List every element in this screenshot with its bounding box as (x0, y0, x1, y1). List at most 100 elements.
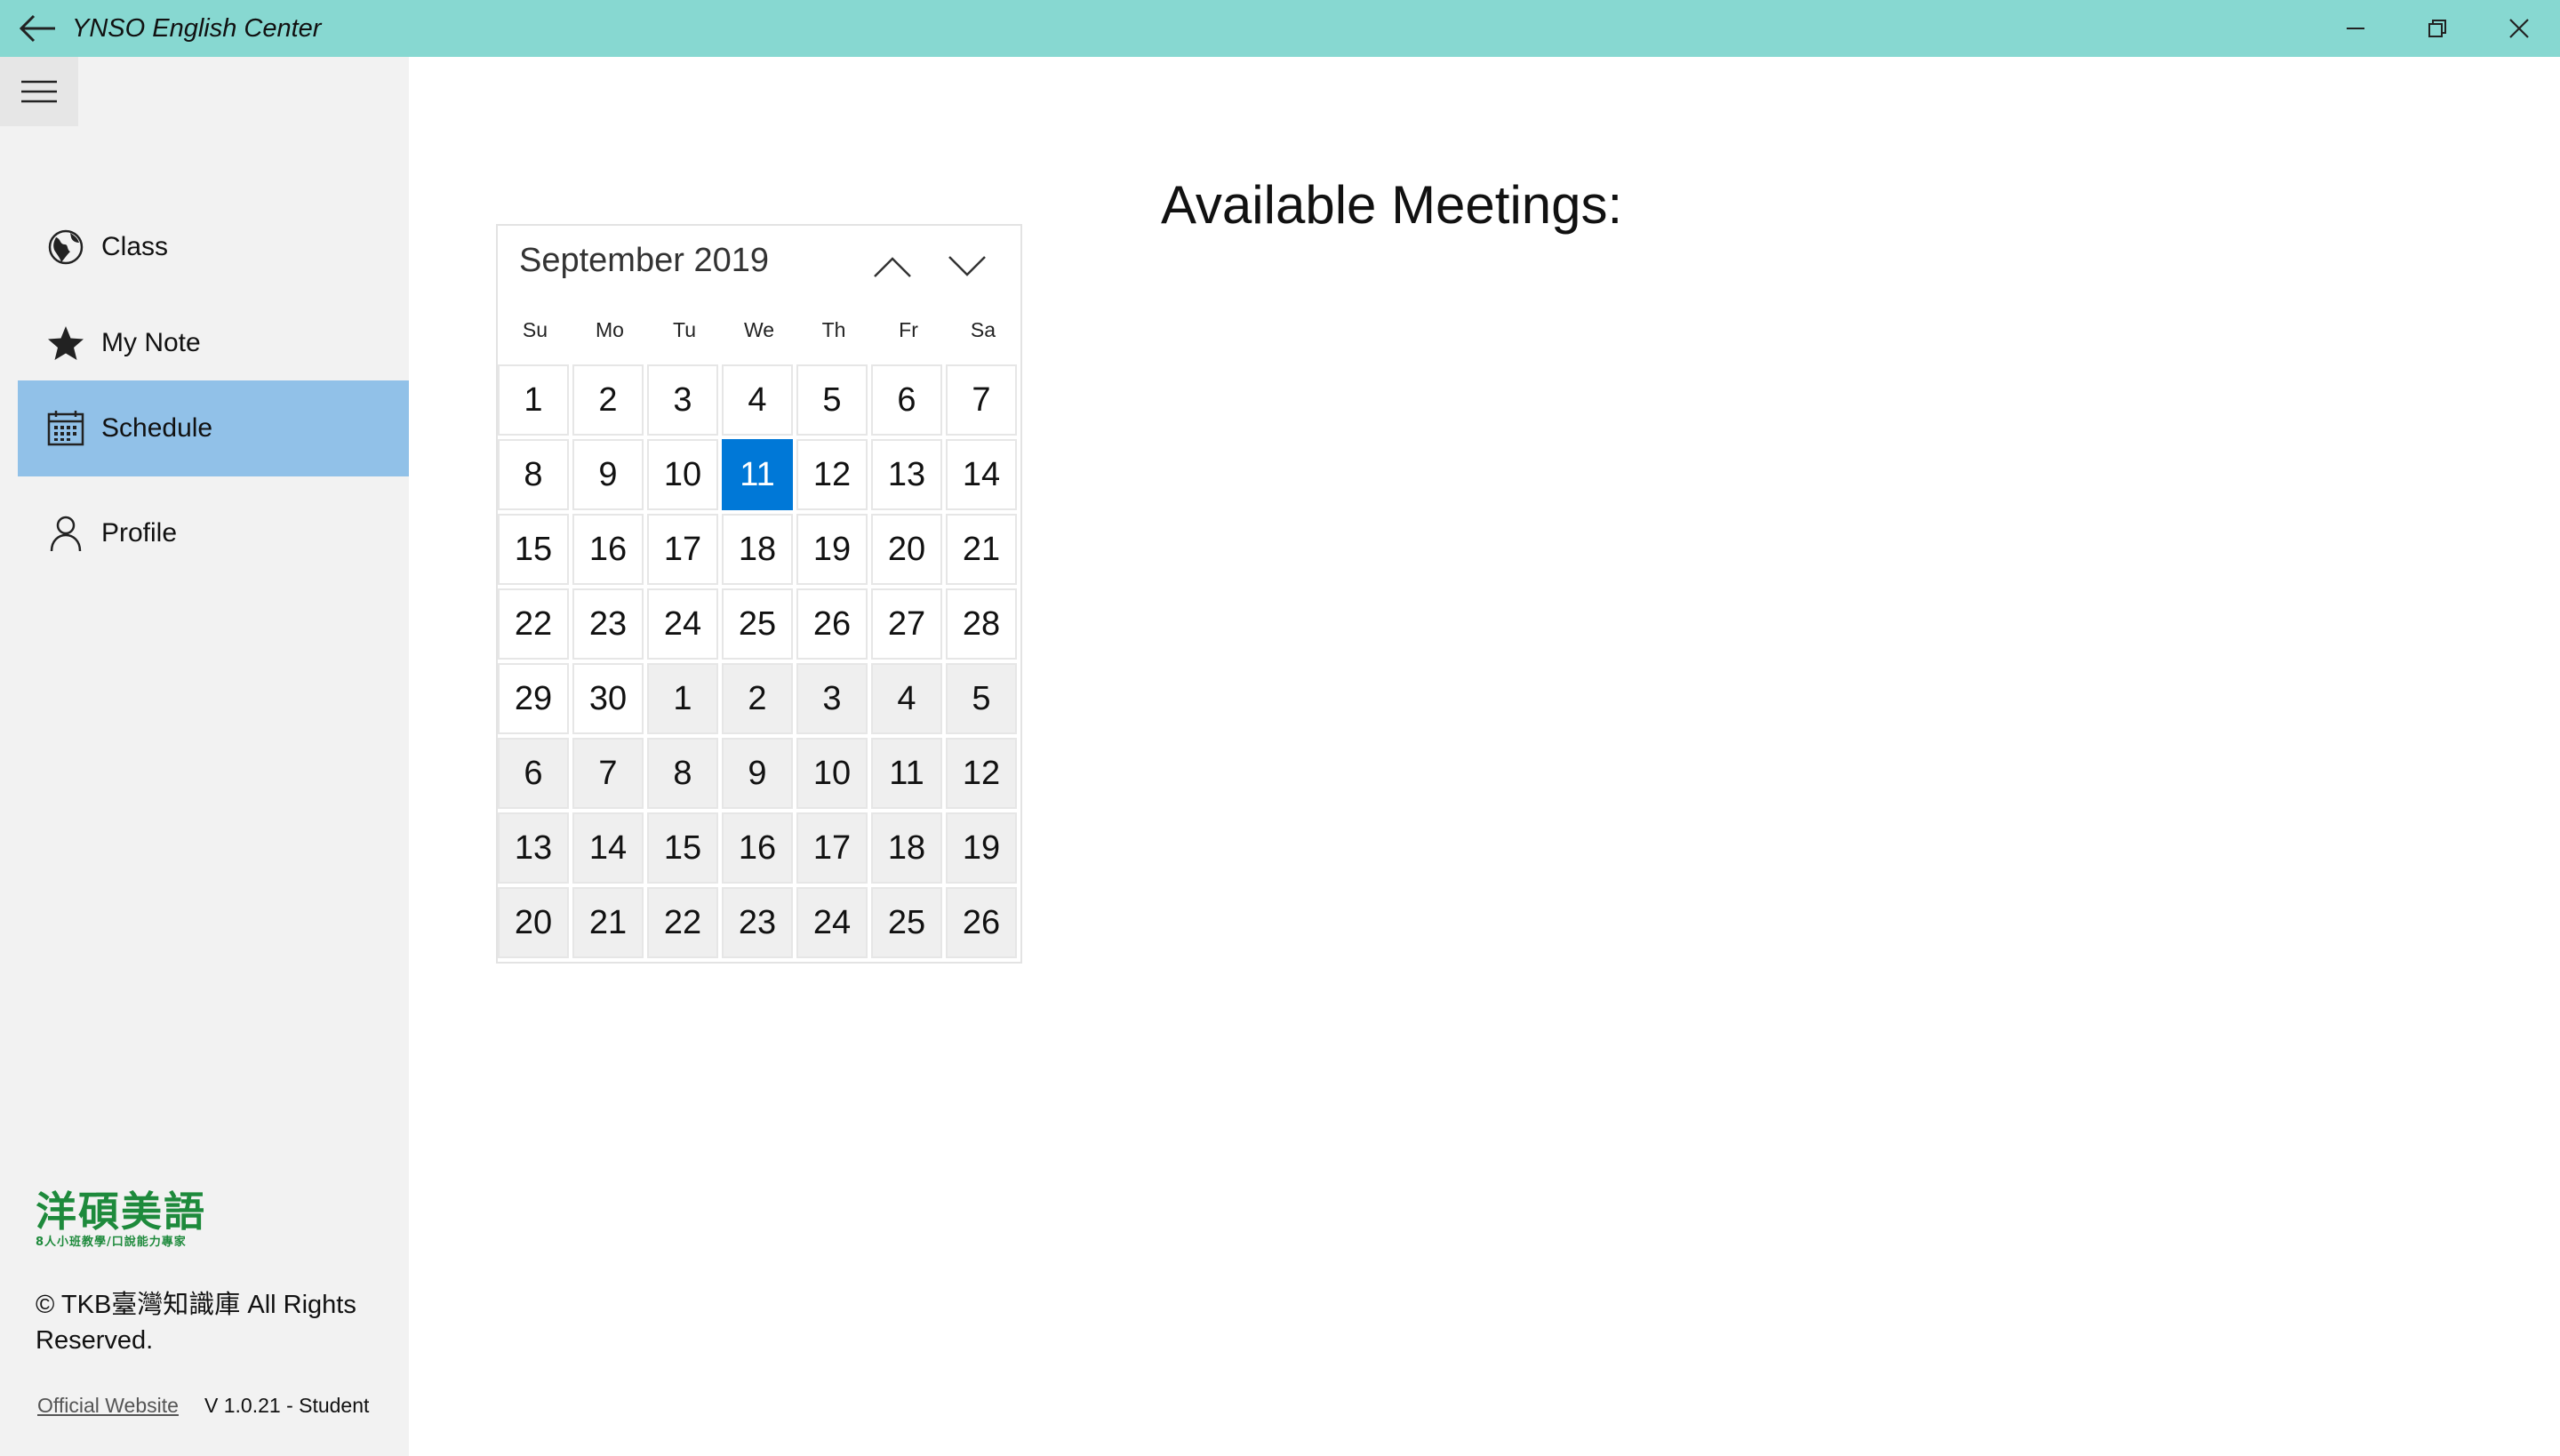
sidebar-item-label: Profile (101, 518, 178, 548)
calendar-icon (44, 407, 87, 450)
calendar-day[interactable]: 12 (946, 738, 1017, 809)
calendar-day[interactable]: 26 (946, 887, 1017, 958)
calendar-day[interactable]: 1 (498, 364, 569, 436)
calendar-day[interactable]: 23 (722, 887, 793, 958)
weekday-header-row: Su Mo Tu We Th Fr Sa (498, 308, 1020, 352)
sidebar-item-label: Class (101, 232, 169, 261)
calendar-day[interactable]: 24 (796, 887, 868, 958)
minimize-button[interactable] (2315, 0, 2396, 57)
calendar-day[interactable]: 5 (796, 364, 868, 436)
calendar-day[interactable]: 20 (871, 514, 942, 585)
calendar-day[interactable]: 17 (647, 514, 718, 585)
weekday-label: We (743, 318, 775, 341)
calendar-day[interactable]: 28 (946, 588, 1017, 660)
calendar-day[interactable]: 14 (572, 812, 644, 884)
minimize-icon (2347, 28, 2364, 29)
weekday-label: Su (522, 318, 548, 341)
calendar-day[interactable]: 29 (498, 663, 569, 734)
hamburger-icon (21, 80, 57, 103)
calendar-day[interactable]: 19 (796, 514, 868, 585)
calendar-day[interactable]: 13 (871, 439, 942, 510)
sidebar-item-class[interactable]: Class (18, 199, 409, 295)
calendar-day[interactable]: 4 (871, 663, 942, 734)
calendar-day[interactable]: 22 (498, 588, 569, 660)
sidebar: Class My Note Schedule Profile 洋碩美語 8人小班… (0, 57, 409, 1456)
calendar-day[interactable]: 1 (647, 663, 718, 734)
calendar-day[interactable]: 10 (647, 439, 718, 510)
sidebar-item-label: Schedule (101, 413, 213, 443)
calendar-day-selected[interactable]: 11 (722, 439, 793, 510)
calendar-day[interactable]: 6 (498, 738, 569, 809)
hamburger-menu-button[interactable] (0, 57, 78, 126)
sidebar-item-label: My Note (101, 328, 201, 357)
restore-icon (2428, 20, 2446, 37)
calendar-day[interactable]: 9 (722, 738, 793, 809)
close-icon (2509, 19, 2529, 38)
next-month-button[interactable] (940, 244, 994, 290)
app-title: YNSO English Center (72, 14, 322, 43)
calendar-day[interactable]: 18 (871, 812, 942, 884)
star-icon (44, 322, 87, 364)
restore-button[interactable] (2396, 0, 2478, 57)
calendar-day[interactable]: 17 (796, 812, 868, 884)
sidebar-item-profile[interactable]: Profile (18, 485, 409, 581)
calendar-view: September 2019 Su Mo Tu We Th Fr Sa 1234567891… (496, 224, 1022, 964)
logo-sub-text: 8人小班教學/口說能力專家 (36, 1236, 187, 1249)
logo-main-text: 洋碩美語 (36, 1188, 206, 1236)
close-button[interactable] (2478, 0, 2560, 57)
calendar-day[interactable]: 10 (796, 738, 868, 809)
sidebar-item-schedule[interactable]: Schedule (18, 380, 409, 476)
calendar-day[interactable]: 20 (498, 887, 569, 958)
chevron-up-icon (874, 257, 911, 277)
copyright-text: © TKB臺灣知識庫 All Rights Reserved. (36, 1291, 356, 1355)
calendar-day[interactable]: 6 (871, 364, 942, 436)
person-icon (44, 512, 87, 555)
calendar-day[interactable]: 26 (796, 588, 868, 660)
calendar-day[interactable]: 18 (722, 514, 793, 585)
calendar-day[interactable]: 16 (722, 812, 793, 884)
calendar-day[interactable]: 7 (946, 364, 1017, 436)
calendar-day[interactable]: 8 (647, 738, 718, 809)
calendar-day[interactable]: 21 (572, 887, 644, 958)
calendar-month-header[interactable]: September 2019 (519, 242, 769, 280)
calendar-day[interactable]: 11 (871, 738, 942, 809)
brand-logo: 洋碩美語 8人小班教學/口說能力專家 (36, 1188, 231, 1257)
calendar-day[interactable]: 14 (946, 439, 1017, 510)
previous-month-button[interactable] (866, 244, 919, 290)
calendar-day[interactable]: 2 (722, 663, 793, 734)
calendar-day[interactable]: 15 (498, 514, 569, 585)
calendar-day[interactable]: 23 (572, 588, 644, 660)
calendar-day[interactable]: 27 (871, 588, 942, 660)
calendar-day[interactable]: 30 (572, 663, 644, 734)
calendar-day[interactable]: 3 (796, 663, 868, 734)
calendar-day[interactable]: 25 (871, 887, 942, 958)
title-bar: YNSO English Center (0, 0, 2560, 57)
calendar-day[interactable]: 19 (946, 812, 1017, 884)
calendar-day[interactable]: 25 (722, 588, 793, 660)
back-button[interactable] (12, 4, 62, 53)
calendar-day[interactable]: 2 (572, 364, 644, 436)
official-website-link[interactable]: Official Website (37, 1394, 179, 1418)
calendar-day[interactable]: 12 (796, 439, 868, 510)
calendar-day[interactable]: 7 (572, 738, 644, 809)
calendar-day[interactable]: 8 (498, 439, 569, 510)
back-arrow-icon (19, 14, 55, 43)
calendar-day[interactable]: 3 (647, 364, 718, 436)
calendar-day-grid: 1 2 3 4 5 6 7 8 9 10 11 12 13 14 15 16 17 18 19 20 21 22 23 24 2… (498, 364, 1020, 958)
version-label: V 1.0.21 - Student (204, 1394, 370, 1417)
sidebar-item-my-note[interactable]: My Note (18, 295, 409, 391)
calendar-day[interactable]: 24 (647, 588, 718, 660)
weekday-label: Sa (970, 318, 996, 341)
calendar-day[interactable]: 15 (647, 812, 718, 884)
calendar-day[interactable]: 4 (722, 364, 793, 436)
calendar-day[interactable]: 13 (498, 812, 569, 884)
calendar-day[interactable]: 5 (946, 663, 1017, 734)
weekday-label: Fr (899, 318, 918, 341)
calendar-day[interactable]: 22 (647, 887, 718, 958)
calendar-day[interactable]: 21 (946, 514, 1017, 585)
calendar-day[interactable]: 9 (572, 439, 644, 510)
globe-icon (44, 226, 87, 268)
weekday-label: Mo (596, 318, 624, 341)
weekday-label: Th (821, 318, 846, 341)
calendar-day[interactable]: 16 (572, 514, 644, 585)
